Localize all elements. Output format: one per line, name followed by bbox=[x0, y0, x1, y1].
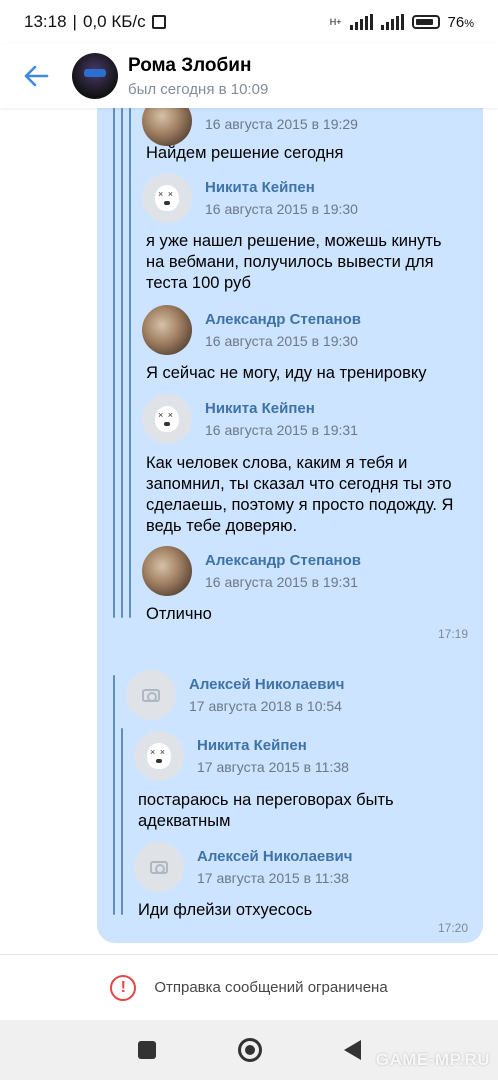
avatar bbox=[142, 108, 192, 146]
camera-icon bbox=[142, 688, 160, 702]
contact-info[interactable]: Рома Злобин был сегодня в 10:09 bbox=[128, 55, 268, 98]
signal-icon-2 bbox=[380, 14, 404, 30]
author-name: Никита Кейпен bbox=[197, 737, 307, 754]
forwarded-author[interactable]: 16 августа 2015 в 19:29 bbox=[142, 108, 358, 146]
avatar bbox=[142, 394, 192, 444]
forwarded-author[interactable]: Никита Кейпен 16 августа 2015 в 19:30 bbox=[142, 173, 358, 223]
author-name: Алексей Николаевич bbox=[197, 848, 353, 865]
message-date: 16 августа 2015 в 19:31 bbox=[205, 422, 358, 438]
battery-icon bbox=[411, 15, 440, 29]
message-date: 17 августа 2015 в 11:38 bbox=[197, 870, 349, 886]
arrow-left-icon bbox=[24, 65, 49, 87]
forward-line-nested bbox=[121, 108, 123, 618]
author-name: Александр Степанов bbox=[205, 552, 361, 569]
message-date: 16 августа 2015 в 19:31 bbox=[205, 574, 358, 590]
signal-icon bbox=[349, 14, 373, 30]
contact-status: был сегодня в 10:09 bbox=[128, 80, 269, 98]
exclamation-circle-icon: ! bbox=[110, 974, 137, 1001]
forward-line-nested bbox=[129, 108, 131, 618]
avatar bbox=[126, 670, 176, 720]
message-text: постараюсь на переговорах быть адекватны… bbox=[138, 791, 394, 830]
message-text: Иди флейзи отхуесось bbox=[138, 901, 313, 919]
message-date: 16 августа 2015 в 19:30 bbox=[205, 333, 358, 349]
author-name: Никита Кейпен bbox=[205, 179, 315, 196]
forward-line-nested bbox=[121, 728, 123, 915]
recents-button[interactable] bbox=[137, 1041, 156, 1059]
avatar bbox=[134, 842, 184, 892]
message-time: 17:20 bbox=[438, 921, 469, 935]
battery-level: 76 bbox=[447, 13, 465, 31]
message-time: 17:19 bbox=[438, 627, 469, 641]
message-text: Я сейчас не могу, иду на тренировку bbox=[146, 364, 427, 382]
avatar bbox=[134, 731, 184, 781]
forwarded-author[interactable]: Никита Кейпен 16 августа 2015 в 19:31 bbox=[142, 394, 358, 444]
status-bar: 13:18 | 0,0 КБ/с H+ 76% bbox=[24, 12, 474, 31]
forwarded-author[interactable]: Александр Степанов 16 августа 2015 в 19:3… bbox=[142, 546, 361, 596]
author-name: Алексей Николаевич bbox=[189, 676, 345, 693]
contact-name: Рома Злобин bbox=[128, 54, 252, 76]
message-text: Как человек слова, каким я тебя и запомн… bbox=[146, 454, 454, 535]
camera-icon bbox=[150, 860, 168, 874]
chat-header: Рома Злобин был сегодня в 10:09 bbox=[0, 44, 498, 108]
author-name: Александр Степанов bbox=[205, 311, 361, 328]
message-date: 16 августа 2015 в 19:30 bbox=[205, 201, 358, 217]
forward-line bbox=[113, 108, 115, 618]
forwarded-author[interactable]: Алексей Николаевич 17 августа 2015 в 11:3… bbox=[134, 842, 352, 892]
forward-line bbox=[113, 675, 115, 915]
avatar bbox=[142, 173, 192, 223]
system-back-button[interactable] bbox=[343, 1040, 361, 1060]
clock: 13:18 bbox=[24, 12, 67, 31]
network-speed: 0,0 КБ/с bbox=[82, 12, 146, 31]
watermark: GAME-MP.RU bbox=[375, 1050, 490, 1069]
avatar bbox=[142, 305, 192, 355]
forwarded-author[interactable]: Никита Кейпен 17 августа 2015 в 11:38 bbox=[134, 731, 349, 781]
message-text: Отлично bbox=[146, 605, 212, 623]
contact-avatar[interactable] bbox=[72, 53, 118, 99]
message-date: 17 августа 2015 в 11:38 bbox=[197, 759, 349, 775]
restriction-notice: ! Отправка сообщений ограничена bbox=[0, 954, 498, 1020]
message-date: 17 августа 2018 в 10:54 bbox=[189, 698, 342, 714]
network-type: H+ bbox=[329, 17, 342, 27]
message-list[interactable]: 16 августа 2015 в 19:29 Найдем решение с… bbox=[0, 108, 498, 954]
back-button[interactable] bbox=[0, 44, 72, 108]
home-button[interactable] bbox=[237, 1038, 262, 1062]
message-text: я уже нашел решение, можешь кинуть на ве… bbox=[146, 232, 442, 292]
nfc-icon bbox=[151, 15, 166, 29]
message-date: 16 августа 2015 в 19:29 bbox=[205, 115, 358, 132]
restriction-text: Отправка сообщений ограничена bbox=[154, 979, 388, 996]
message-text: Найдем решение сегодня bbox=[146, 144, 344, 162]
forwarded-author[interactable]: Алексей Николаевич 17 августа 2018 в 10:5… bbox=[126, 670, 344, 720]
forwarded-author[interactable]: Александр Степанов 16 августа 2015 в 19:3… bbox=[142, 305, 361, 355]
avatar bbox=[142, 546, 192, 596]
author-name: Никита Кейпен bbox=[205, 400, 315, 417]
